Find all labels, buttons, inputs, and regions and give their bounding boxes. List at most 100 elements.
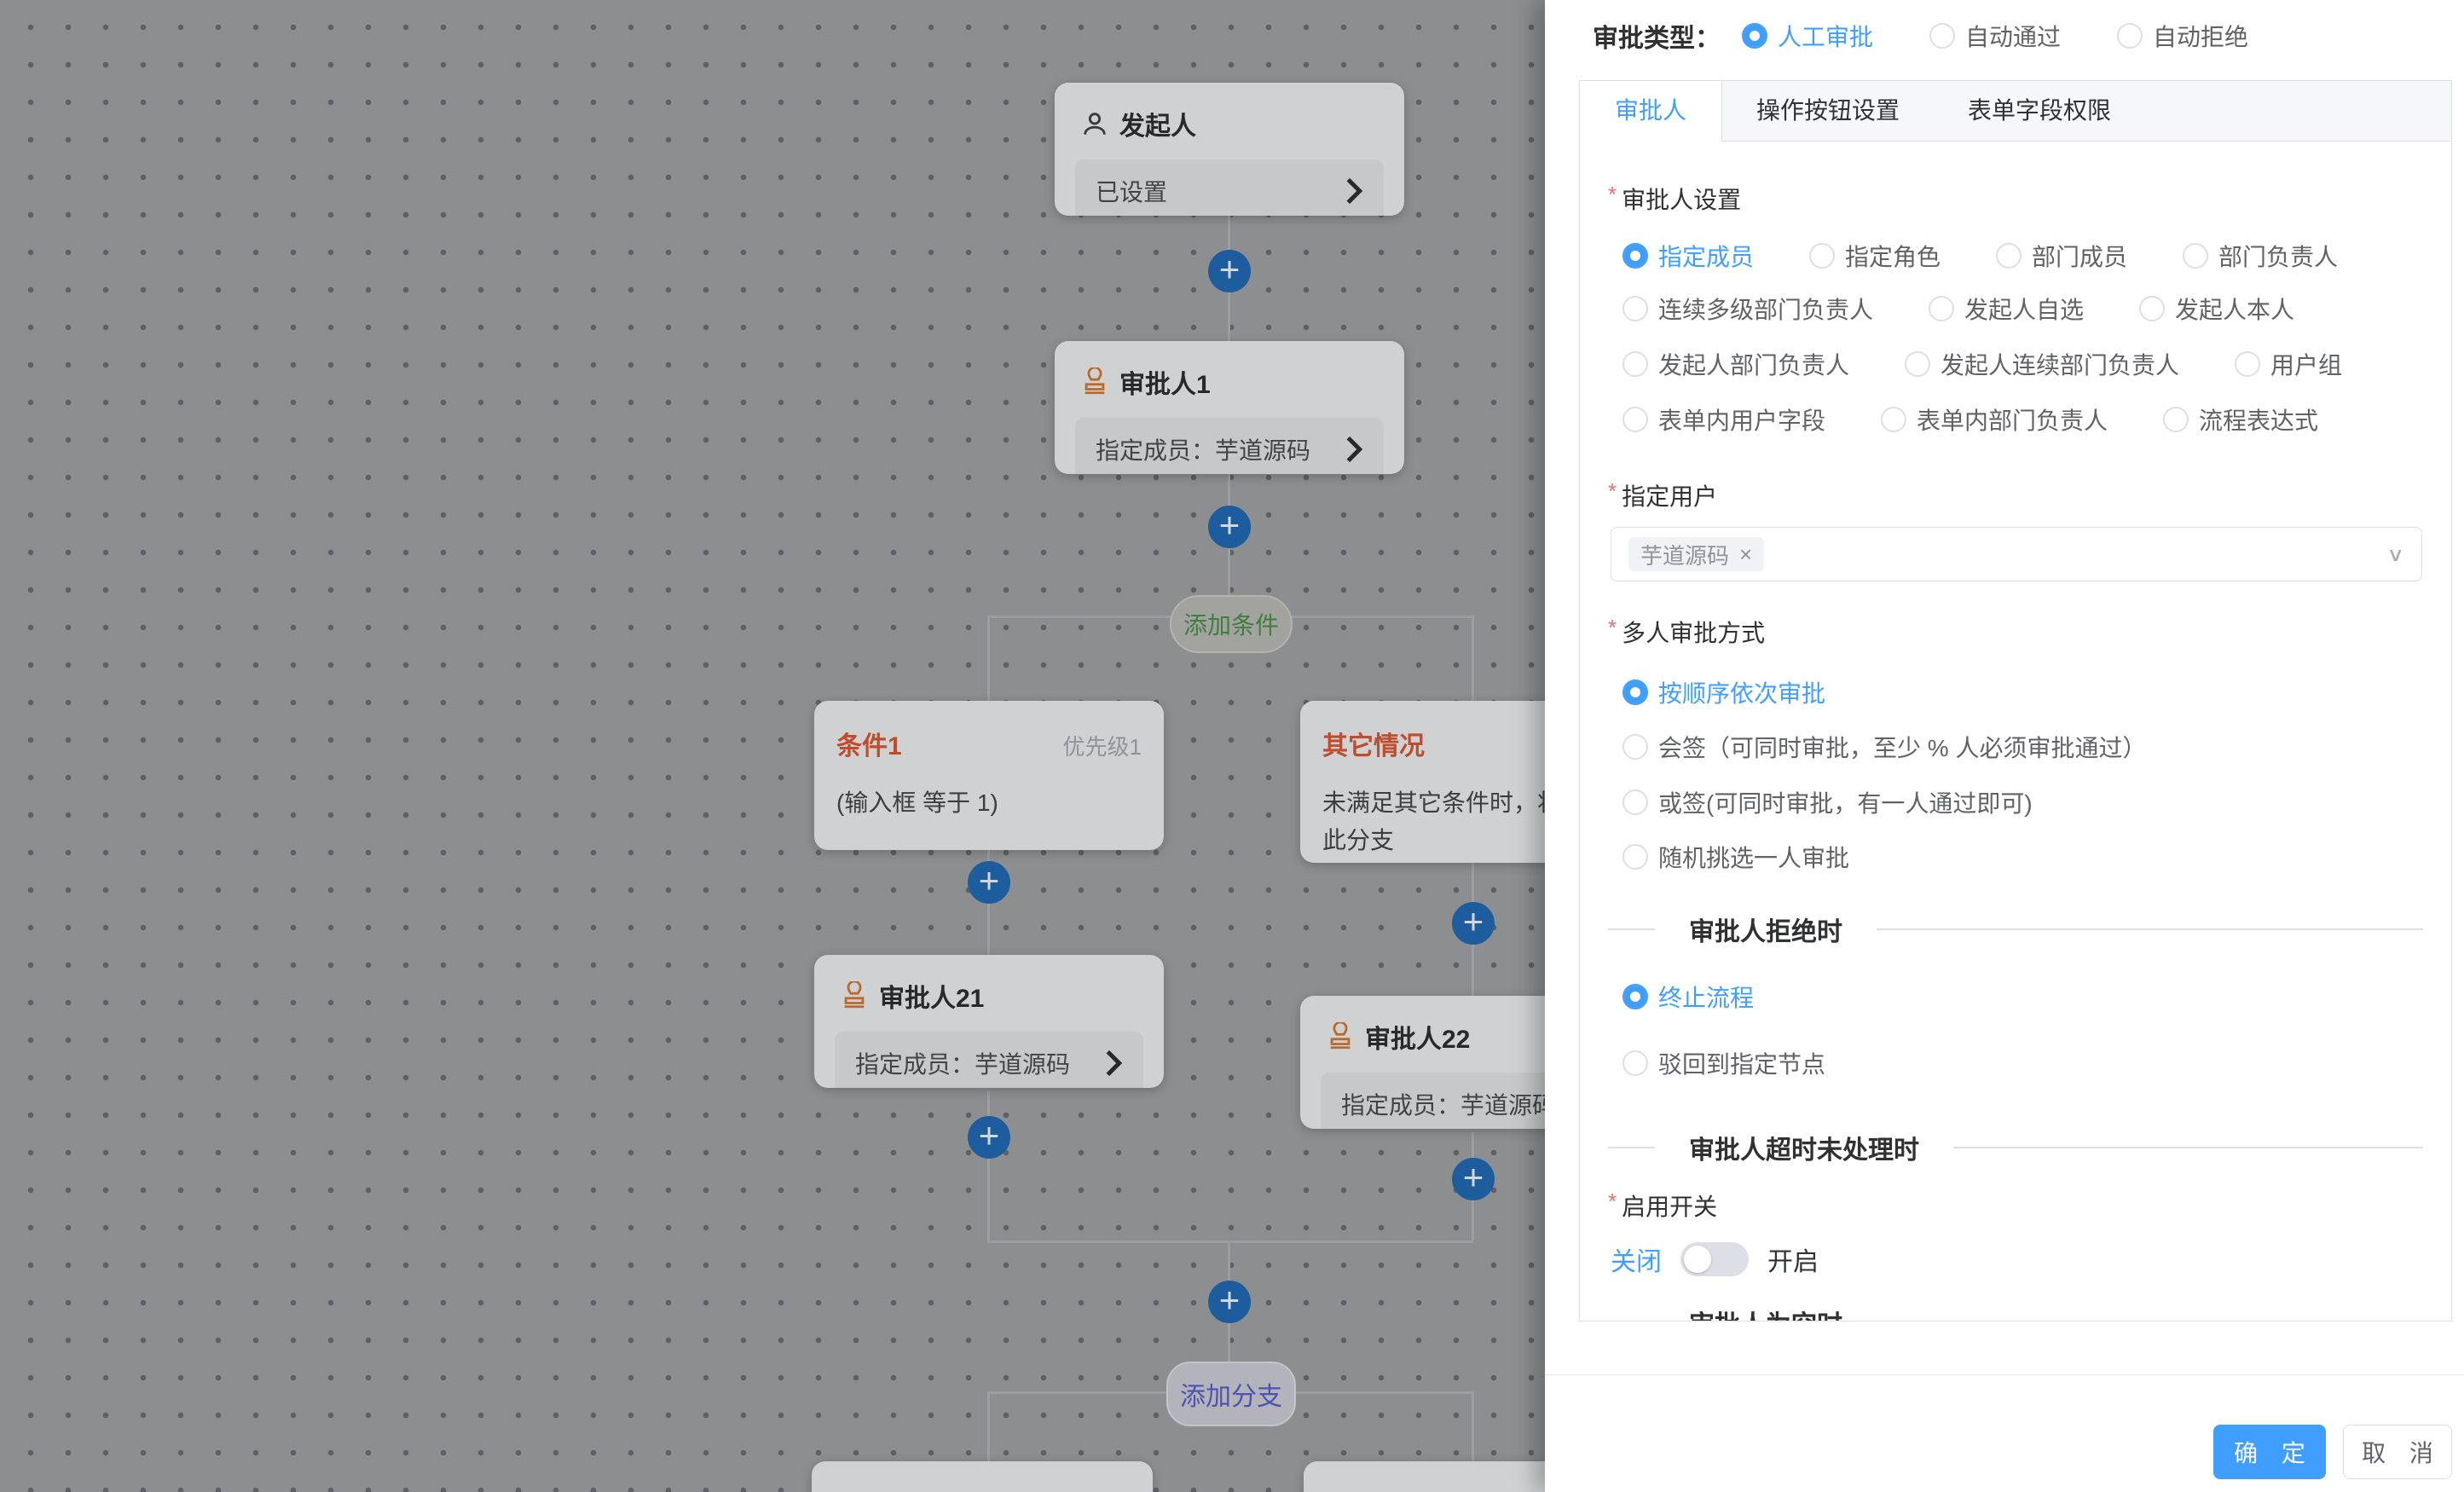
condition1-node[interactable]: 条件1 优先级1 (输入框 等于 1) xyxy=(814,701,1164,850)
add-branch-label: 添加分支 xyxy=(1180,1375,1282,1413)
multi-approve-label: *多人审批方式 xyxy=(1608,615,1765,649)
chevron-down-icon: ∨ xyxy=(2387,543,2405,565)
radio-icon xyxy=(1905,351,1930,377)
radio-icon xyxy=(1881,407,1906,432)
enable-switch-row: 关闭 开启 xyxy=(1611,1240,1819,1278)
approver-setup-row3: 发起人部门负责人 发起人连续部门负责人 用户组 xyxy=(1622,347,2342,381)
branch-merge-line xyxy=(987,1240,1473,1243)
radio-form-user-field[interactable]: 表单内用户字段 xyxy=(1622,402,1825,437)
node-config-row[interactable]: 指定成员：芋道源码 xyxy=(835,1032,1143,1088)
node-config-row[interactable]: 指定成员：芋道源码 xyxy=(1075,418,1384,474)
condition-title: 条件1 xyxy=(836,725,902,762)
radio-icon xyxy=(1622,296,1648,321)
timeout-section-divider: 审批人超时未处理时 xyxy=(1608,1129,2423,1166)
cancel-button[interactable]: 取 消 xyxy=(2343,1425,2452,1479)
radio-icon xyxy=(1622,679,1648,705)
connector-line xyxy=(987,1091,990,1240)
radio-initiator-choose[interactable]: 发起人自选 xyxy=(1929,292,2084,326)
radio-initiator-multi-dept-leader[interactable]: 发起人连续部门负责人 xyxy=(1905,347,2179,381)
radio-user-group[interactable]: 用户组 xyxy=(2235,347,2342,381)
branch-title: 并行1 xyxy=(834,1485,899,1492)
enable-toggle[interactable] xyxy=(1680,1242,1749,1276)
tag-close-icon[interactable]: × xyxy=(1739,541,1752,568)
radio-manual-approve[interactable]: 人工审批 xyxy=(1742,19,1873,53)
radio-terminate-process[interactable]: 终止流程 xyxy=(1622,980,1754,1014)
stamp-icon xyxy=(1326,1022,1355,1051)
start-node[interactable]: 发起人 已设置 xyxy=(1055,83,1404,216)
stamp-icon xyxy=(840,981,869,1010)
multi-approve-row: 会签（可同时审批，至少 % 人必须审批通过） xyxy=(1622,730,2146,764)
radio-return-to-node[interactable]: 驳回到指定节点 xyxy=(1622,1046,1825,1080)
tab-button-settings[interactable]: 操作按钮设置 xyxy=(1722,81,1934,141)
tab-approver[interactable]: 审批人 xyxy=(1580,81,1722,142)
add-condition-button[interactable]: 添加条件 xyxy=(1170,595,1293,653)
add-node-button[interactable]: + xyxy=(1208,250,1251,292)
add-node-button[interactable]: + xyxy=(968,861,1010,904)
radio-icon xyxy=(1622,351,1648,377)
parallel1-node[interactable]: 并行1 无优先级 xyxy=(812,1461,1153,1492)
radio-auto-pass[interactable]: 自动通过 xyxy=(1929,19,2061,53)
add-node-button[interactable]: + xyxy=(1452,1158,1495,1200)
radio-icon xyxy=(2163,407,2189,432)
radio-icon xyxy=(2235,351,2260,377)
radio-process-expression[interactable]: 流程表达式 xyxy=(2163,402,2318,437)
condition-expression: (输入框 等于 1) xyxy=(814,762,1164,822)
approver-config-drawer: 审批类型： 人工审批 自动通过 自动拒绝 审批人 操作按钮设置 表单字段权限 xyxy=(1545,0,2464,1492)
switch-on-label: 开启 xyxy=(1767,1240,1819,1278)
radio-sequential[interactable]: 按顺序依次审批 xyxy=(1622,675,1825,709)
empty-approver-title: 审批人为空时 xyxy=(1689,1304,1842,1321)
assigned-user-select[interactable]: 芋道源码 × ∨ xyxy=(1611,527,2422,581)
radio-dept-leader[interactable]: 部门负责人 xyxy=(2183,239,2338,273)
approval-type-row: 审批类型： 人工审批 自动通过 自动拒绝 xyxy=(1593,0,2248,72)
radio-assign-member[interactable]: 指定成员 xyxy=(1622,239,1754,273)
radio-auto-reject[interactable]: 自动拒绝 xyxy=(2117,19,2248,53)
radio-dept-member[interactable]: 部门成员 xyxy=(1996,239,2127,273)
node-title: 审批人1 xyxy=(1119,363,1211,401)
branch-title: 并行2 xyxy=(1326,1485,1391,1492)
node-config-row[interactable]: 已设置 xyxy=(1075,159,1384,216)
radio-icon xyxy=(1742,23,1767,49)
chevron-right-icon xyxy=(1345,178,1363,204)
switch-off-label: 关闭 xyxy=(1611,1240,1662,1278)
add-condition-label: 添加条件 xyxy=(1183,607,1279,641)
approver21-node[interactable]: 审批人21 指定成员：芋道源码 xyxy=(814,955,1164,1088)
approver1-node[interactable]: 审批人1 指定成员：芋道源码 xyxy=(1055,341,1404,474)
node-config-text: 指定成员：芋道源码 xyxy=(855,1046,1070,1080)
required-mark: * xyxy=(1608,182,1617,207)
radio-random-one[interactable]: 随机挑选一人审批 xyxy=(1622,840,1849,874)
tab-form-permissions[interactable]: 表单字段权限 xyxy=(1934,81,2145,141)
radio-assign-role[interactable]: 指定角色 xyxy=(1809,239,1941,273)
tabs-header: 审批人 操作按钮设置 表单字段权限 xyxy=(1580,81,2451,142)
add-node-button[interactable]: + xyxy=(968,1116,1010,1159)
radio-form-dept-leader[interactable]: 表单内部门负责人 xyxy=(1881,402,2108,437)
node-title: 审批人21 xyxy=(879,977,984,1015)
approver-setup-row4: 表单内用户字段 表单内部门负责人 流程表达式 xyxy=(1622,402,2318,437)
radio-icon xyxy=(1622,1050,1648,1076)
radio-icon xyxy=(1929,23,1955,49)
add-branch-button[interactable]: 添加分支 xyxy=(1166,1362,1296,1426)
radio-countersign[interactable]: 会签（可同时审批，至少 % 人必须审批通过） xyxy=(1622,730,2146,764)
node-title: 发起人 xyxy=(1119,105,1196,142)
footer-divider xyxy=(1545,1374,2464,1375)
radio-icon xyxy=(1809,243,1835,269)
confirm-button[interactable]: 确 定 xyxy=(2213,1425,2326,1479)
radio-icon xyxy=(2183,243,2208,269)
node-config-text: 指定成员：芋道源码 xyxy=(1096,432,1310,466)
radio-multi-level-dept-leader[interactable]: 连续多级部门负责人 xyxy=(1622,292,1873,326)
add-node-button[interactable]: + xyxy=(1452,902,1495,945)
radio-or-sign[interactable]: 或签(可同时审批，有一人通过即可) xyxy=(1622,785,2033,819)
required-mark: * xyxy=(1608,478,1617,504)
condition-priority: 优先级1 xyxy=(1063,730,1142,761)
add-node-button[interactable]: + xyxy=(1208,506,1251,548)
assigned-user-label: *指定用户 xyxy=(1608,478,1717,512)
approver-setup-label: *审批人设置 xyxy=(1608,182,1741,216)
stamp-icon xyxy=(1080,367,1109,396)
radio-initiator-dept-leader[interactable]: 发起人部门负责人 xyxy=(1622,347,1849,381)
multi-approve-row: 或签(可同时审批，有一人通过即可) xyxy=(1622,785,2033,819)
radio-icon xyxy=(2139,296,2165,321)
connector-line xyxy=(987,1391,990,1461)
add-node-button[interactable]: + xyxy=(1208,1281,1251,1323)
radio-initiator-self[interactable]: 发起人本人 xyxy=(2139,292,2294,326)
required-mark: * xyxy=(1608,1188,1617,1214)
timeout-section-title: 审批人超时未处理时 xyxy=(1689,1129,1919,1166)
